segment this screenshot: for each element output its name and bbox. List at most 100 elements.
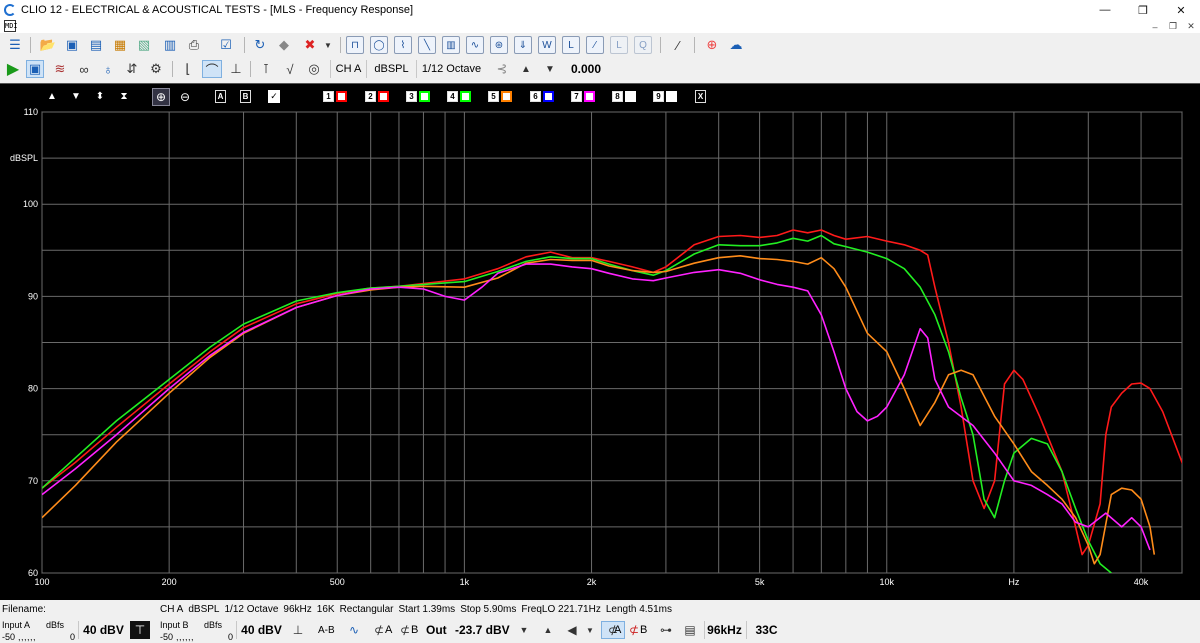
maximize-button[interactable]: ❐ — [1124, 0, 1162, 20]
loopback-icon[interactable]: ⊶ — [656, 621, 676, 639]
axis-split-icon[interactable]: ⊰ — [492, 59, 512, 79]
toolbar-separator — [694, 37, 695, 53]
export-image-icon[interactable]: ▧ — [134, 35, 154, 55]
close-button[interactable]: ✕ — [1162, 0, 1200, 20]
sine-icon[interactable]: ∿ — [466, 36, 484, 54]
bars-icon[interactable]: ▥ — [442, 36, 460, 54]
x-tick-label: 5k — [755, 577, 765, 587]
clio-logo-icon — [4, 4, 16, 16]
mic-a-icon[interactable]: ⊄ — [601, 621, 625, 639]
refresh-icon[interactable]: ↻ — [250, 35, 270, 55]
mic-icon[interactable]: ♁ — [98, 59, 118, 79]
measurement-toolbar: ▶ ▣ ≋ ∞ ♁ ⇵ ⚙ ⌊ ⌒ ⊥ ⊺ √ ◎ CH A dBSPL 1/1… — [0, 57, 1200, 81]
input-b-range[interactable]: 40 dBV — [236, 621, 286, 639]
temperature-field[interactable]: 33C — [746, 621, 786, 639]
calendar-icon[interactable]: ▥ — [160, 35, 180, 55]
x-tick-label: 1k — [460, 577, 470, 587]
input-a-unit: dBfs — [46, 620, 65, 630]
channel-select[interactable]: CH A — [330, 60, 366, 78]
sample-rate-field[interactable]: 96kHz — [704, 621, 744, 639]
input-a-scale-max: 0 — [70, 632, 76, 642]
save-icon[interactable]: ▣ — [62, 35, 82, 55]
toolbar-separator — [244, 37, 245, 53]
fft-analyzer-icon[interactable]: ⊓ — [346, 36, 364, 54]
print-icon[interactable]: ⎙ — [184, 35, 204, 55]
minimum-phase-icon[interactable]: √ — [280, 59, 300, 79]
minimize-button[interactable]: — — [1086, 0, 1124, 20]
speaker-icon[interactable]: ◀ — [562, 621, 582, 639]
signal-icon[interactable]: ≋ — [50, 59, 70, 79]
hardware-bar: Input A dBfs -50 , , , , , , 0 40 dBV ⊤ … — [0, 617, 1200, 643]
value-down-icon[interactable]: ▼ — [540, 59, 560, 79]
toolbar-separator — [172, 61, 173, 77]
phase-icon[interactable]: ⊥ — [226, 59, 246, 79]
delete-icon[interactable]: ✖ — [300, 35, 320, 55]
eraser-icon[interactable]: ◆ — [274, 35, 294, 55]
qc-icon[interactable]: Q — [634, 36, 652, 54]
mdi-restore-button[interactable]: ❐ — [1164, 20, 1182, 33]
input-a-range[interactable]: 40 dBV — [78, 621, 128, 639]
value-up-icon[interactable]: ▲ — [516, 59, 536, 79]
export-icon[interactable]: ▦ — [110, 35, 130, 55]
waterfall-icon[interactable]: ⌇ — [394, 36, 412, 54]
impulse-icon[interactable]: ⌊ — [178, 59, 198, 79]
delete-dropdown-icon[interactable]: ▼ — [318, 35, 338, 55]
offset-value[interactable]: 0.000 — [566, 60, 606, 78]
play-icon[interactable]: ▶ — [3, 59, 23, 79]
window-title: CLIO 12 - ELECTRICAL & ACOUSTICAL TESTS … — [21, 4, 414, 16]
x-tick-label: 100 — [34, 577, 49, 587]
split-icon[interactable]: ⇵ — [122, 59, 142, 79]
frequency-response-chart[interactable]: 11010090807060dBSPL100 200 500 1k 2k 5k 10k 40k… — [0, 84, 1200, 601]
level-down-icon[interactable]: ⇓ — [514, 36, 532, 54]
out-level-down-icon[interactable]: ▼ — [514, 621, 534, 639]
y-tick-label: 70 — [28, 476, 38, 486]
ch-a-gen-label[interactable]: A — [385, 617, 392, 643]
input-a-coupling-icon[interactable]: ⊤ — [130, 621, 150, 639]
save-as-icon[interactable]: ▤ — [86, 35, 106, 55]
wf-icon[interactable]: W — [538, 36, 556, 54]
speaker-dropdown-icon[interactable]: ▼ — [580, 621, 600, 639]
save-measure-icon[interactable]: ▣ — [26, 60, 44, 78]
target-icon[interactable]: ◎ — [304, 59, 324, 79]
status-size: 16K — [316, 604, 335, 615]
out-label: Out — [426, 623, 447, 637]
link-icon[interactable]: ∿ — [344, 621, 364, 639]
mic-a-label[interactable]: A — [614, 617, 621, 643]
probe-icon[interactable]: ⁄ — [668, 35, 688, 55]
input-b-coupling-icon[interactable]: ⊥ — [288, 621, 308, 639]
device-icon[interactable]: ▤ — [680, 621, 700, 639]
leq-icon[interactable]: L — [562, 36, 580, 54]
help-lifebuoy-icon[interactable]: ⊕ — [702, 35, 722, 55]
sweep-icon[interactable]: ╲ — [418, 36, 436, 54]
a-minus-b-button[interactable]: A-B — [318, 617, 335, 643]
x-tick-label: 2k — [587, 577, 597, 587]
smoothing-select[interactable]: 1/12 Octave — [416, 60, 486, 78]
cloud-settings-icon[interactable]: ☁ — [726, 35, 746, 55]
document-icon[interactable]: MDI — [4, 20, 18, 32]
ch-b-gen-icon[interactable]: ⊄ — [398, 621, 412, 639]
out-level[interactable]: -23.7 dBV — [455, 617, 510, 643]
loop-icon[interactable]: ∞ — [74, 59, 94, 79]
mic-b-icon[interactable]: ⊄ — [627, 621, 641, 639]
mdi-minimize-button[interactable]: – — [1146, 20, 1164, 33]
checklist-icon[interactable]: ☑ — [216, 35, 236, 55]
mic-b-label[interactable]: B — [640, 617, 647, 643]
y-tick-label: 100 — [23, 199, 38, 209]
out-level-up-icon[interactable]: ▲ — [538, 621, 558, 639]
ch-a-gen-icon[interactable]: ⊄ — [372, 621, 386, 639]
toolbar-separator — [250, 61, 251, 77]
menu-icon[interactable]: ☰ — [5, 35, 25, 55]
open-folder-icon[interactable]: 📂 — [38, 35, 58, 55]
marker-icon[interactable]: ⊺ — [256, 59, 276, 79]
input-b-scale-min: -50 — [160, 632, 174, 642]
mdi-close-button[interactable]: ✕ — [1182, 20, 1200, 33]
unit-select[interactable]: dBSPL — [366, 60, 416, 78]
polar-icon[interactable]: ⊛ — [490, 36, 508, 54]
status-stop: Stop 5.90ms — [460, 604, 517, 615]
settings-gear-icon[interactable]: ⚙ — [146, 59, 166, 79]
ch-b-gen-label[interactable]: B — [411, 617, 418, 643]
slope-icon[interactable]: ⁄ — [586, 36, 604, 54]
lr-icon[interactable]: L — [610, 36, 628, 54]
impedance-icon[interactable]: ◯ — [370, 36, 388, 54]
frequency-icon[interactable]: ⌒ — [202, 60, 222, 78]
